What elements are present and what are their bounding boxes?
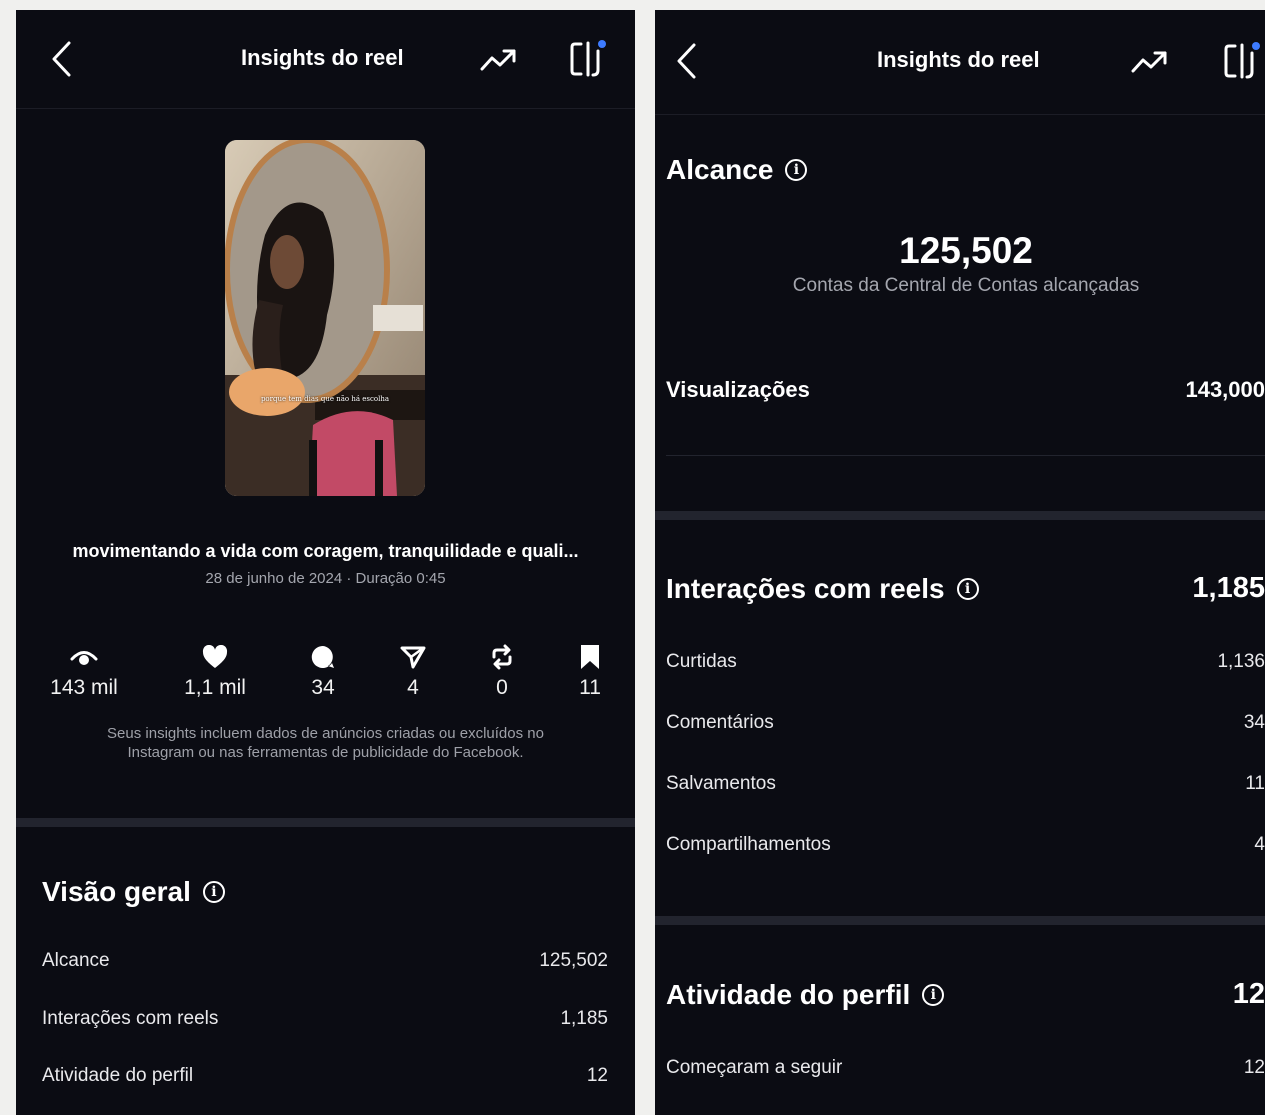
stat-shares-value: 4 (407, 676, 419, 699)
header-divider (16, 108, 635, 109)
reel-caption: movimentando a vida com coragem, tranqui… (72, 541, 579, 561)
overview-title-text: Visão geral (42, 876, 191, 907)
reel-thumbnail-image (225, 140, 425, 496)
stat-saves-value: 11 (579, 676, 601, 699)
stat-likes-value: 1,1 mil (184, 676, 246, 699)
stat-reposts-value: 0 (496, 676, 508, 699)
overview-row-value: 1,185 (560, 1008, 608, 1029)
interactions-section-title: Interações com reels i (666, 573, 979, 605)
interactions-title-text: Interações com reels (666, 573, 945, 604)
trending-button[interactable] (1131, 49, 1169, 80)
section-divider (655, 511, 1265, 520)
stat-saves: 11 (545, 644, 635, 700)
thumbnail-overlay-text: porque tem dias que não há escolha (260, 395, 390, 403)
trending-button[interactable] (480, 47, 518, 78)
interaction-row-label: Curtidas (666, 651, 737, 672)
back-button[interactable] (50, 40, 74, 83)
info-icon[interactable]: i (202, 881, 225, 903)
meta-business-icon (1224, 42, 1260, 79)
section-divider (16, 818, 635, 827)
notification-dot (598, 40, 606, 48)
interaction-row-value: 4 (1254, 834, 1265, 855)
reach-value: 125,502 (899, 230, 1033, 271)
section-divider (655, 916, 1265, 925)
meta-business-icon (570, 40, 606, 77)
stat-comments-value: 34 (311, 676, 335, 699)
interaction-row-label: Comentários (666, 712, 774, 733)
notification-dot (1252, 42, 1260, 50)
stat-reposts: 0 (457, 644, 547, 700)
comment-icon (311, 645, 334, 668)
page-title: Insights do reel (241, 45, 404, 70)
views-value: 143,000 (1185, 377, 1265, 402)
activity-section-title: Atividade do perfil i (666, 979, 945, 1011)
chevron-left-icon (677, 43, 696, 79)
insights-note-line1: Seus insights incluem dados de anúncios … (107, 725, 544, 742)
interaction-row-value: 11 (1245, 773, 1265, 794)
activity-title-text: Atividade do perfil (666, 979, 911, 1010)
header-divider (655, 114, 1265, 115)
meta-business-button[interactable] (1223, 41, 1265, 86)
overview-row-label: Interações com reels (42, 1008, 219, 1029)
row-divider (666, 455, 1265, 456)
interactions-total: 1,185 (1192, 572, 1265, 604)
interaction-row-value: 34 (1243, 712, 1265, 733)
share-icon (400, 646, 426, 669)
overview-row-value: 12 (586, 1065, 608, 1086)
insights-note-line2: Instagram ou nas ferramentas de publicid… (127, 744, 524, 761)
bookmark-icon (581, 645, 599, 669)
stat-views: 143 mil (39, 644, 129, 700)
activity-row-value: 12 (1243, 1057, 1265, 1078)
overview-row-label: Alcance (42, 950, 110, 971)
stat-shares: 4 (368, 644, 458, 700)
left-panel: Insights do reel porque tem dias que não… (16, 10, 635, 1115)
info-icon[interactable]: i (922, 984, 945, 1006)
eye-icon (70, 651, 98, 665)
trending-up-icon (1131, 51, 1167, 73)
stat-views-value: 143 mil (50, 676, 118, 699)
activity-total: 12 (1232, 978, 1265, 1010)
info-icon[interactable]: i (956, 578, 979, 600)
overview-section-title: Visão geral i (42, 876, 225, 908)
trending-up-icon (480, 49, 516, 71)
stat-comments: 34 (278, 644, 368, 700)
meta-business-button[interactable] (569, 39, 611, 84)
overview-row-value: 125,502 (539, 950, 608, 971)
interaction-row-label: Compartilhamentos (666, 834, 831, 855)
activity-row-label: Começaram a seguir (666, 1057, 843, 1078)
info-icon[interactable]: i (785, 159, 808, 181)
views-label: Visualizações (666, 377, 810, 402)
back-button[interactable] (675, 42, 699, 85)
heart-icon (202, 645, 228, 668)
overview-row-label: Atividade do perfil (42, 1065, 194, 1086)
reach-title-text: Alcance (666, 154, 774, 185)
reel-meta: 28 de junho de 2024 · Duração 0:45 (205, 570, 446, 587)
reach-subtitle: Contas da Central de Contas alcançadas (792, 275, 1140, 296)
stat-likes: 1,1 mil (170, 644, 260, 700)
reach-section-title: Alcance i (666, 154, 808, 186)
chevron-left-icon (52, 41, 71, 77)
right-panel: Insights do reel Alcance i 125,502 Conta… (655, 10, 1265, 1115)
page-title: Insights do reel (877, 47, 1040, 72)
interaction-row-value: 1,136 (1217, 651, 1265, 672)
reel-thumbnail[interactable]: porque tem dias que não há escolha (225, 140, 425, 496)
interaction-row-label: Salvamentos (666, 773, 776, 794)
repost-icon (492, 644, 512, 670)
